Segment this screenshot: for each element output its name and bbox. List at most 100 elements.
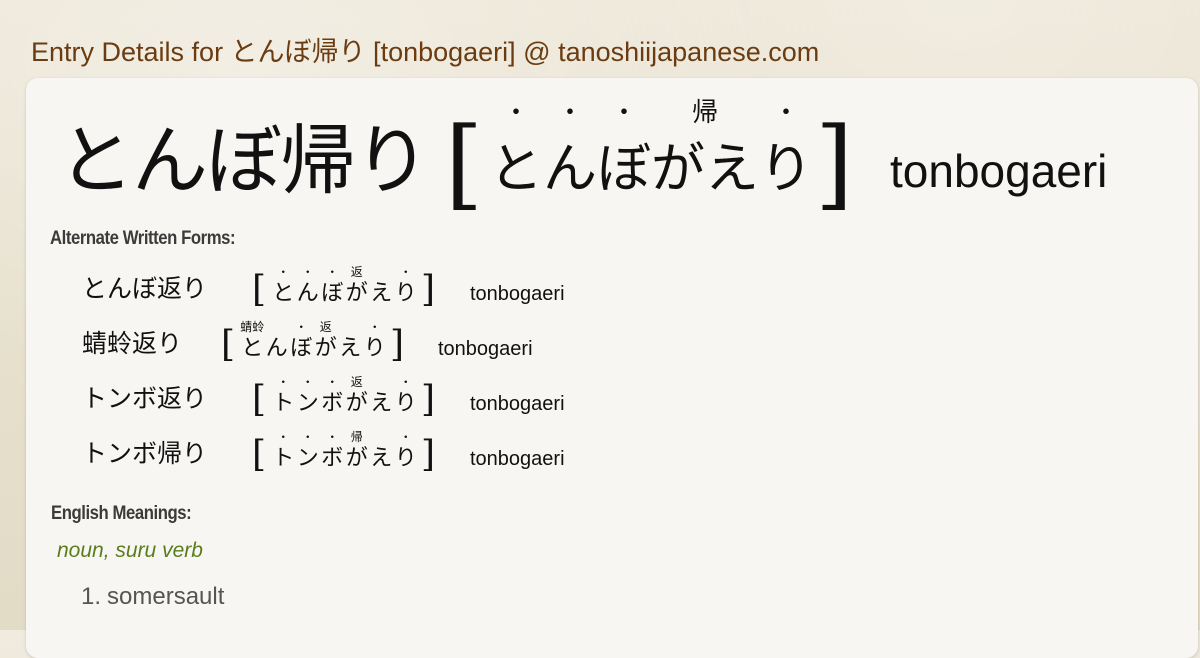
kana-char: り [394,391,417,416]
ruby-mark: 帰 [691,98,718,128]
reading-bracket-open: [ [252,269,267,310]
kana-char: ト [272,391,295,416]
meaning-number: 1. [81,583,102,610]
list-item: 1. somersault [81,582,224,622]
reading-bracket-open: [ [221,324,236,365]
reading-bracket-open: [ [445,107,484,221]
kana-char: り [363,336,386,361]
ruby-mark: 蜻蛉 [240,320,265,334]
alternate-romaji: tonbogaeri [470,393,565,415]
kana-char: ボ [321,446,344,471]
reading-char: ・り [363,321,388,363]
ruby-mark: 返 [350,375,363,389]
reading-char: 蜻蛉と [240,321,265,363]
kana-char: え [370,391,393,416]
alternate-romaji: tonbogaeri [438,338,533,360]
reading-char: ・ン [296,376,321,418]
reading-char: 返が [345,376,370,418]
reading-char: ・と [489,98,543,210]
alternate-romaji: tonbogaeri [470,448,565,470]
kana-char: ぼ [290,336,313,361]
english-meanings-label: English Meanings: [51,503,192,524]
alternate-reading: 蜻蛉とん ・ぼ返がえ・り [240,321,388,363]
entry-romaji: tonbogaeri [890,145,1108,197]
entry-kanji: とんぼ帰り [58,116,430,205]
reading-char: え [369,390,394,418]
entry-reading: ・と ・ん ・ぼ 帰がえ ・り [489,98,819,210]
kana-char: ぼ [597,137,651,200]
kana-char: え [370,281,393,306]
ruby-mark: ・ [772,98,799,128]
kana-char: り [394,281,417,306]
reading-char: ・り [394,431,419,473]
ruby-mark: ・ [556,98,583,128]
ruby-mark: ・ [502,98,529,128]
ruby-mark: ・ [399,375,412,389]
kana-char: え [339,336,362,361]
kana-char: え [705,137,759,200]
alternate-kanji: とんぼ返り [82,274,208,303]
reading-char: ・ボ [320,431,345,473]
kana-char: ト [272,446,295,471]
reading-char: 帰が [345,431,370,473]
ruby-mark: ・ [368,320,381,334]
reading-char: ・り [394,266,419,308]
kana-char: と [241,336,264,361]
reading-bracket-close: ] [815,107,854,221]
reading-char: ・ん [543,98,597,210]
kana-char: が [345,446,368,471]
kana-char: り [394,446,417,471]
alternate-kanji: 蜻蛉返り [82,329,183,358]
kana-char: り [759,137,813,200]
ruby-mark: ・ [399,430,412,444]
reading-bracket-close: ] [390,324,405,365]
reading-bracket-open: [ [252,434,267,475]
reading-char: ・り [394,376,419,418]
reading-char: え [338,335,363,363]
reading-char: 帰がえ [651,98,759,210]
reading-char: ・ボ [320,376,345,418]
reading-char: ・ん [296,266,321,308]
reading-char: ・ぼ [320,266,345,308]
reading-char: 返が [345,266,370,308]
ruby-mark: 返 [319,320,332,334]
kana-char: ぼ [321,281,344,306]
kana-char: が [345,281,368,306]
kana-char: ん [296,281,319,306]
reading-char: ・ぼ [597,98,651,210]
kana-char: ン [296,446,319,471]
alternate-romaji: tonbogaeri [470,283,565,305]
kana-char: が [651,137,705,200]
reading-char: え [369,445,394,473]
kana-char: が [345,391,368,416]
meaning-text: somersault [107,583,225,610]
reading-char: ・と [271,266,296,308]
kana-char: と [489,137,543,200]
reading-char: ん [265,335,290,363]
meaning-list: 1. somersault [81,582,224,622]
reading-char: ・り [759,98,813,210]
reading-char: ・ト [271,431,296,473]
alternate-reading: ・ト・ン・ボ返がえ・り [271,376,419,418]
alternate-reading: ・と・ん・ぼ返がえ・り [271,266,419,308]
reading-bracket-open: [ [252,379,267,420]
part-of-speech: noun, suru verb [57,539,203,562]
alternate-kanji: トンボ返り [82,384,208,413]
reading-bracket-close: ] [421,434,436,475]
ruby-mark: ・ [610,98,637,128]
kana-char: ん [543,137,597,200]
kana-char: ん [265,336,288,361]
alternate-forms-label: Alternate Written Forms: [50,228,236,249]
reading-char: え [369,280,394,308]
reading-bracket-close: ] [421,269,436,310]
ruby-mark: 帰 [350,430,363,444]
alternate-kanji: トンボ帰り [82,439,208,468]
page-title: Entry Details for とんぼ帰り [tonbogaeri] @ t… [31,37,820,67]
kana-char: え [370,446,393,471]
alternate-reading: ・ト・ン・ボ帰がえ・り [271,431,419,473]
kana-char: ン [296,391,319,416]
reading-char: 返が [314,321,339,363]
kana-char: ボ [321,391,344,416]
kana-char: と [272,281,295,306]
reading-char: ・ン [296,431,321,473]
